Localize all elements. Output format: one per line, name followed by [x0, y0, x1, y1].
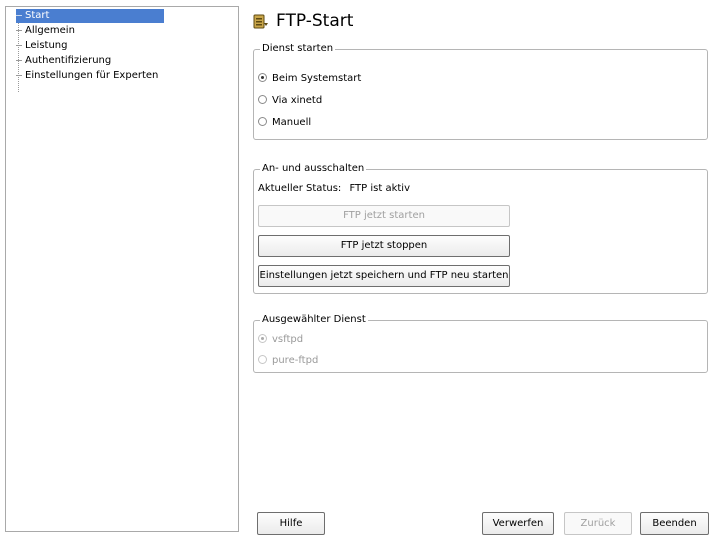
tree-item-label: Leistung — [25, 40, 68, 51]
tree-item-allgemein[interactable]: Allgemein — [16, 24, 75, 38]
tree-item-experten[interactable]: Einstellungen für Experten — [16, 69, 158, 83]
ftp-folder-icon — [253, 14, 268, 29]
radio-label: vsftpd — [272, 334, 304, 345]
back-button[interactable]: Zurück — [564, 512, 632, 535]
dienst-starten-group: Dienst starten Beim Systemstart Via xine… — [253, 43, 708, 140]
radio-vsftpd[interactable]: vsftpd — [258, 333, 303, 347]
radio-beim-systemstart[interactable]: Beim Systemstart — [258, 72, 361, 86]
group-title: Ausgewählter Dienst — [260, 314, 368, 326]
help-button[interactable]: Hilfe — [257, 512, 325, 535]
an-und-ausschalten-group: An- und ausschalten Aktueller Status: FT… — [253, 163, 708, 294]
radio-indicator[interactable] — [258, 73, 267, 82]
radio-via-xinetd[interactable]: Via xinetd — [258, 94, 322, 108]
tree-item-authentifizierung[interactable]: Authentifizierung — [16, 54, 111, 68]
save-and-restart-button[interactable]: Einstellungen jetzt speichern und FTP ne… — [258, 265, 510, 287]
ftp-stop-button[interactable]: FTP jetzt stoppen — [258, 235, 510, 257]
group-title: Dienst starten — [260, 43, 336, 55]
radio-label: Beim Systemstart — [272, 73, 362, 84]
tree-item-label: Authentifizierung — [25, 55, 112, 66]
tree-item-leistung[interactable]: Leistung — [16, 39, 67, 53]
status-line: Aktueller Status: FTP ist aktiv — [258, 182, 410, 196]
discard-button[interactable]: Verwerfen — [482, 512, 554, 535]
radio-indicator[interactable] — [258, 355, 267, 364]
radio-indicator[interactable] — [258, 117, 267, 126]
ftp-start-button[interactable]: FTP jetzt starten — [258, 205, 510, 227]
radio-manuell[interactable]: Manuell — [258, 116, 311, 130]
radio-pure-ftpd[interactable]: pure-ftpd — [258, 354, 318, 368]
radio-indicator[interactable] — [258, 334, 267, 343]
navigation-tree: Start Allgemein Leistung Authentifizieru… — [5, 6, 239, 532]
tree-item-label: Start — [25, 10, 50, 21]
radio-label: pure-ftpd — [272, 355, 319, 366]
ausgewaehlter-dienst-group: Ausgewählter Dienst vsftpd pure-ftpd — [253, 314, 708, 373]
radio-indicator[interactable] — [258, 95, 267, 104]
page-title: FTP-Start — [276, 11, 354, 31]
finish-button[interactable]: Beenden — [640, 512, 709, 535]
tree-item-label: Einstellungen für Experten — [25, 70, 159, 81]
tree-item-label: Allgemein — [25, 25, 75, 36]
group-title: An- und ausschalten — [260, 163, 367, 175]
radio-label: Via xinetd — [272, 95, 323, 106]
tree-item-start[interactable]: Start — [16, 9, 164, 23]
status-label: Aktueller Status: — [258, 183, 342, 194]
status-value: FTP ist aktiv — [349, 183, 410, 194]
radio-label: Manuell — [272, 117, 312, 128]
